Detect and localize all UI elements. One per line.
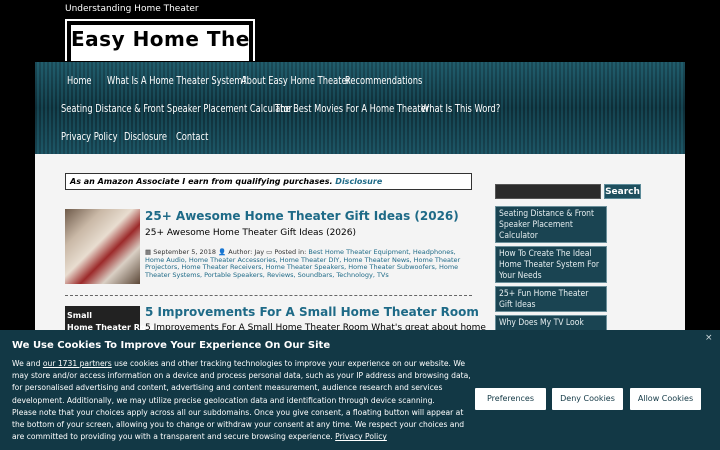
nav-item-contact[interactable]: Contact [176, 131, 208, 143]
partners-link[interactable]: our 1731 partners [43, 359, 112, 368]
privacy-policy-link[interactable]: Privacy Policy [335, 432, 387, 441]
nav-item-privacy-policy[interactable]: Privacy Policy [61, 131, 118, 143]
cookie-text-choices: Please note that your choices apply acro… [12, 407, 465, 442]
nav-item-home[interactable]: Home [67, 75, 92, 87]
nav-item-best-movies[interactable]: The Best Movies For A Home Theater [275, 103, 429, 115]
nav-item-what-is-this-word[interactable]: What Is This Word? [421, 103, 500, 115]
deny-cookies-button[interactable]: Deny Cookies [552, 388, 623, 410]
allow-cookies-button[interactable]: Allow Cookies [630, 388, 701, 410]
post-title-small-room[interactable]: 5 Improvements For A Small Home Theater … [145, 305, 479, 319]
post-thumbnail-gift-ideas[interactable] [65, 209, 140, 284]
nav-item-about[interactable]: About Easy Home Theater [241, 75, 350, 87]
sidebar-link-ideal-system[interactable]: How To Create The Ideal Home Theater Sys… [495, 246, 607, 283]
amazon-notice-text: As an Amazon Associate I earn from quali… [70, 177, 333, 186]
cookie-text-intro: We and [12, 359, 41, 368]
thumb-text-small: Small [67, 311, 92, 320]
nav-item-what-is-home-theater[interactable]: What Is A Home Theater System? [107, 75, 247, 87]
post-meta: ▦ September 5, 2018 👤 Author: Jay ▭ Post… [145, 248, 470, 279]
cookie-title: We Use Cookies To Improve Your Experienc… [12, 340, 331, 351]
nav-item-disclosure[interactable]: Disclosure [124, 131, 167, 143]
nav-item-recommendations[interactable]: Recommendations [345, 75, 422, 87]
main-navigation: Home What Is A Home Theater System? Abou… [35, 62, 685, 154]
preferences-button[interactable]: Preferences [475, 388, 546, 410]
disclosure-link[interactable]: Disclosure [335, 177, 382, 186]
site-logo[interactable]: Easy Home Theater [65, 19, 255, 61]
post-title[interactable]: 25+ Awesome Home Theater Gift Ideas (202… [145, 209, 459, 223]
close-icon[interactable]: × [705, 333, 713, 343]
sidebar-link-gift-ideas[interactable]: 25+ Fun Home Theater Gift Ideas [495, 286, 607, 312]
search-input[interactable] [495, 184, 601, 199]
logo-text: Easy Home Theater [71, 27, 253, 51]
cookie-banner: We Use Cookies To Improve Your Experienc… [0, 330, 720, 450]
post-excerpt: 25+ Awesome Home Theater Gift Ideas (202… [145, 228, 356, 238]
search-button[interactable]: Search [604, 184, 641, 199]
site-tagline: Understanding Home Theater [65, 4, 199, 14]
nav-item-calculator[interactable]: Seating Distance & Front Speaker Placeme… [61, 103, 292, 115]
cookie-text: We and our 1731 partners use cookies and… [12, 358, 474, 443]
amazon-notice: As an Amazon Associate I earn from quali… [65, 173, 472, 190]
sidebar-link-calculator[interactable]: Seating Distance & Front Speaker Placeme… [495, 206, 607, 243]
post-divider [65, 295, 472, 296]
